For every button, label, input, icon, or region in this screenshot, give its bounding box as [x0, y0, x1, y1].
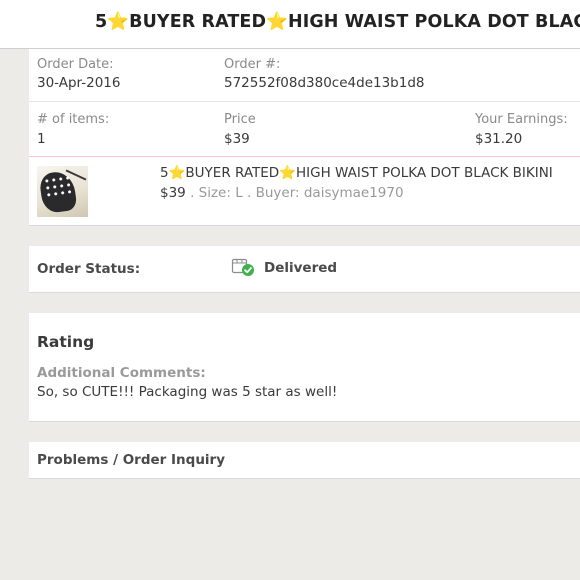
star-icon: ⭐: [107, 12, 130, 33]
earnings-value: $31.20: [475, 131, 523, 147]
package-delivered-icon: [231, 258, 254, 276]
listing-size-buyer: . Size: L . Buyer: daisymae1970: [185, 185, 404, 201]
listing-title-link[interactable]: 5⭐BUYER RATED⭐HIGH WAIST POLKA DOT BLACK…: [160, 165, 553, 182]
earnings-label: Your Earnings:: [475, 112, 568, 127]
bikini-image: [38, 169, 78, 215]
listing-buyer-rated: BUYER RATED: [185, 165, 280, 181]
price-label: Price: [224, 112, 256, 127]
order-date-value: 30-Apr-2016: [37, 75, 121, 91]
listing-meta: $39 . Size: L . Buyer: daisymae1970: [160, 185, 404, 201]
order-number-value: 572552f08d380ce4de13b1d8: [224, 75, 425, 91]
order-number-label: Order #:: [224, 57, 281, 72]
listing-price: $39: [160, 185, 186, 201]
divider: [29, 156, 580, 157]
items-count-label: # of items:: [37, 112, 110, 127]
title-product-name: HIGH WAIST POLKA DOT BLACK BIKINI: [287, 12, 580, 32]
additional-comments-text: So, so CUTE!!! Packaging was 5 star as w…: [37, 384, 338, 400]
order-status-panel: Order Status: Delivered: [29, 246, 580, 293]
order-date-label: Order Date:: [37, 57, 114, 72]
rating-heading: Rating: [37, 333, 95, 351]
product-thumbnail[interactable]: [37, 166, 88, 217]
order-status-value: Delivered: [264, 260, 338, 276]
star-icon: ⭐: [266, 12, 288, 33]
additional-comments-label: Additional Comments:: [37, 365, 206, 381]
items-count-value: 1: [37, 131, 46, 147]
price-value: $39: [224, 131, 250, 147]
page-title: 5⭐BUYER RATED⭐HIGH WAIST POLKA DOT BLACK…: [95, 12, 580, 33]
divider: [29, 101, 580, 102]
title-rating-number: 5: [95, 12, 108, 32]
title-buyer-rated: BUYER RATED: [129, 12, 267, 32]
star-icon: ⭐: [279, 165, 297, 182]
listing-product-name: HIGH WAIST POLKA DOT BLACK BIKINI: [296, 165, 553, 181]
problems-order-inquiry-label: Problems / Order Inquiry: [37, 452, 226, 468]
order-status-label: Order Status:: [37, 261, 141, 277]
star-icon: ⭐: [168, 165, 186, 182]
header-bar: 5⭐BUYER RATED⭐HIGH WAIST POLKA DOT BLACK…: [0, 0, 580, 49]
problems-order-inquiry-button[interactable]: Problems / Order Inquiry: [29, 442, 580, 479]
order-details-panel: Order Date: 30-Apr-2016 Order #: 572552f…: [29, 49, 580, 226]
listing-rating-number: 5: [160, 165, 169, 181]
rating-panel: Rating Additional Comments: So, so CUTE!…: [29, 313, 580, 422]
